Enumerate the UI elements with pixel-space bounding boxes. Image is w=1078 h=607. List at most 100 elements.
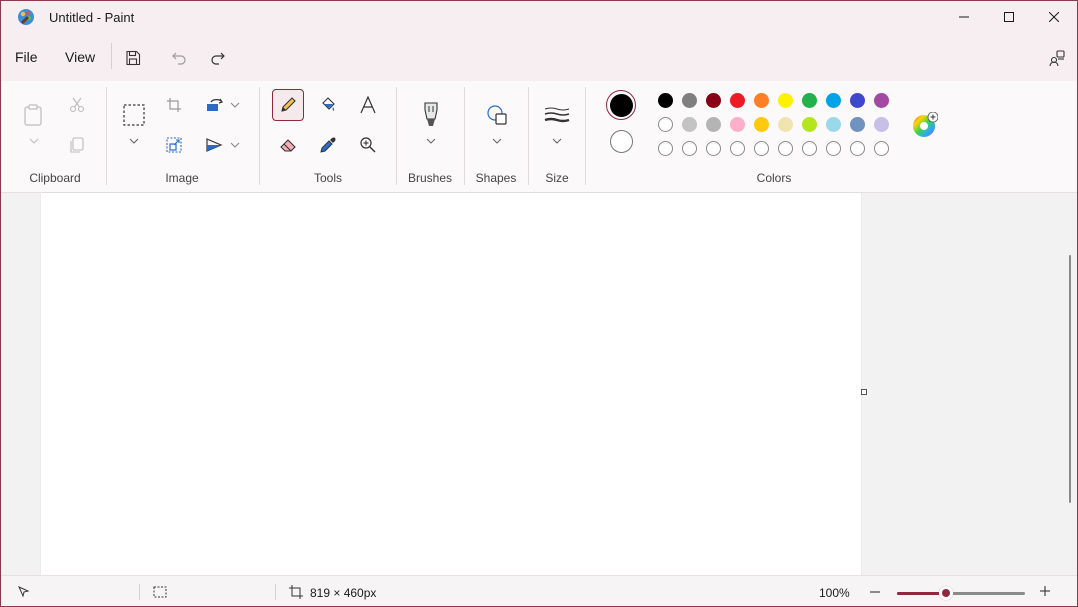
share-button[interactable] bbox=[1043, 44, 1071, 72]
color-swatch[interactable] bbox=[754, 93, 769, 108]
vertical-scrollbar-thumb[interactable] bbox=[1069, 255, 1071, 503]
paste-button[interactable] bbox=[17, 99, 49, 131]
flip-button[interactable] bbox=[199, 129, 231, 161]
zoom-level-text[interactable]: 100% bbox=[819, 586, 850, 600]
custom-color-slot[interactable] bbox=[682, 141, 697, 156]
size-chevron-down-icon[interactable] bbox=[552, 138, 562, 144]
color-swatch[interactable] bbox=[658, 117, 673, 132]
brushes-button[interactable] bbox=[415, 99, 447, 131]
shapes-button[interactable] bbox=[481, 99, 513, 131]
ribbon-toolbar: Clipboard Image Tools Brushes Shapes Siz… bbox=[1, 81, 1077, 193]
custom-color-slot[interactable] bbox=[802, 141, 817, 156]
cursor-position-icon bbox=[18, 586, 30, 598]
color-swatch[interactable] bbox=[850, 93, 865, 108]
secondary-color-button[interactable] bbox=[610, 130, 633, 153]
color-swatch[interactable] bbox=[730, 93, 745, 108]
custom-color-slot[interactable] bbox=[874, 141, 889, 156]
color-swatch[interactable] bbox=[802, 117, 817, 132]
color-swatch[interactable] bbox=[802, 93, 817, 108]
color-swatch[interactable] bbox=[706, 93, 721, 108]
rectangular-select-icon bbox=[123, 104, 145, 126]
zoom-in-icon[interactable] bbox=[1039, 585, 1051, 597]
group-label-brushes: Brushes bbox=[407, 171, 453, 185]
redo-icon bbox=[211, 52, 225, 65]
canvas-size-text: 819 × 460px bbox=[310, 586, 377, 600]
edit-colors-button[interactable] bbox=[912, 111, 939, 138]
color-swatch[interactable] bbox=[730, 117, 745, 132]
paint-bucket-icon bbox=[322, 97, 335, 111]
close-button[interactable] bbox=[1031, 1, 1077, 33]
menu-file[interactable]: File bbox=[15, 49, 38, 65]
shapes-chevron-down-icon[interactable] bbox=[492, 138, 502, 144]
custom-color-slot[interactable] bbox=[826, 141, 841, 156]
paste-icon bbox=[24, 104, 42, 126]
cut-button[interactable] bbox=[61, 89, 93, 121]
resize-icon bbox=[166, 137, 182, 153]
group-label-tools: Tools bbox=[313, 171, 342, 185]
text-tool-button[interactable] bbox=[352, 89, 384, 121]
resize-button[interactable] bbox=[158, 129, 190, 161]
primary-color-button[interactable] bbox=[606, 90, 636, 120]
select-button[interactable] bbox=[118, 99, 150, 131]
copy-button[interactable] bbox=[61, 129, 93, 161]
redo-button[interactable] bbox=[204, 44, 232, 72]
custom-color-slot[interactable] bbox=[658, 141, 673, 156]
undo-button[interactable] bbox=[165, 44, 193, 72]
canvas-resize-handle[interactable] bbox=[861, 389, 867, 395]
ribbon-divider bbox=[396, 87, 397, 185]
paint-app-icon bbox=[18, 9, 34, 25]
undo-icon bbox=[172, 52, 186, 65]
fill-tool-button[interactable] bbox=[312, 89, 344, 121]
zoom-slider-thumb[interactable] bbox=[938, 586, 953, 600]
custom-color-slot[interactable] bbox=[754, 141, 769, 156]
pencil-tool-button[interactable] bbox=[272, 89, 304, 121]
custom-color-slot[interactable] bbox=[706, 141, 721, 156]
save-icon bbox=[126, 50, 141, 66]
canvas-workspace bbox=[1, 193, 1077, 575]
people-share-icon bbox=[1049, 50, 1065, 67]
group-label-clipboard: Clipboard bbox=[29, 171, 81, 185]
paint-window: Untitled - Paint File View Clipboard Ima… bbox=[0, 0, 1078, 607]
canvas-size-icon bbox=[289, 585, 303, 599]
color-swatch[interactable] bbox=[682, 93, 697, 108]
color-picker-tool-button[interactable] bbox=[312, 129, 344, 161]
color-swatch[interactable] bbox=[778, 117, 793, 132]
select-chevron-down-icon[interactable] bbox=[129, 138, 139, 144]
color-swatch[interactable] bbox=[874, 117, 889, 132]
minimize-button[interactable] bbox=[941, 1, 987, 33]
ribbon-divider bbox=[259, 87, 260, 185]
copy-icon bbox=[70, 137, 84, 153]
zoom-slider[interactable] bbox=[897, 592, 1025, 595]
color-swatch[interactable] bbox=[706, 117, 721, 132]
custom-color-slot[interactable] bbox=[778, 141, 793, 156]
color-swatch[interactable] bbox=[658, 93, 673, 108]
paste-chevron-down-icon[interactable] bbox=[29, 138, 39, 144]
brushes-chevron-down-icon[interactable] bbox=[426, 138, 436, 144]
magnifier-tool-button[interactable] bbox=[352, 129, 384, 161]
size-button[interactable] bbox=[541, 99, 573, 131]
menu-bar: File View bbox=[1, 33, 1077, 81]
flip-chevron-down-icon[interactable] bbox=[230, 142, 240, 148]
color-swatch[interactable] bbox=[874, 93, 889, 108]
rotate-button[interactable] bbox=[199, 89, 231, 121]
flip-icon bbox=[206, 138, 223, 152]
rotate-chevron-down-icon[interactable] bbox=[230, 102, 240, 108]
color-swatch[interactable] bbox=[754, 117, 769, 132]
custom-color-slot[interactable] bbox=[730, 141, 745, 156]
color-swatch[interactable] bbox=[778, 93, 793, 108]
color-swatch[interactable] bbox=[682, 117, 697, 132]
color-swatch[interactable] bbox=[850, 117, 865, 132]
custom-color-slot[interactable] bbox=[850, 141, 865, 156]
save-button[interactable] bbox=[119, 44, 147, 72]
window-title: Untitled - Paint bbox=[49, 10, 135, 25]
crop-button[interactable] bbox=[158, 89, 190, 121]
color-swatch[interactable] bbox=[826, 117, 841, 132]
maximize-button[interactable] bbox=[986, 1, 1032, 33]
eyedropper-icon bbox=[320, 137, 336, 153]
eraser-tool-button[interactable] bbox=[272, 129, 304, 161]
zoom-out-icon[interactable] bbox=[869, 587, 881, 597]
group-label-shapes: Shapes bbox=[475, 171, 517, 185]
menu-view[interactable]: View bbox=[65, 49, 95, 65]
color-swatch[interactable] bbox=[826, 93, 841, 108]
drawing-canvas[interactable] bbox=[41, 193, 861, 575]
